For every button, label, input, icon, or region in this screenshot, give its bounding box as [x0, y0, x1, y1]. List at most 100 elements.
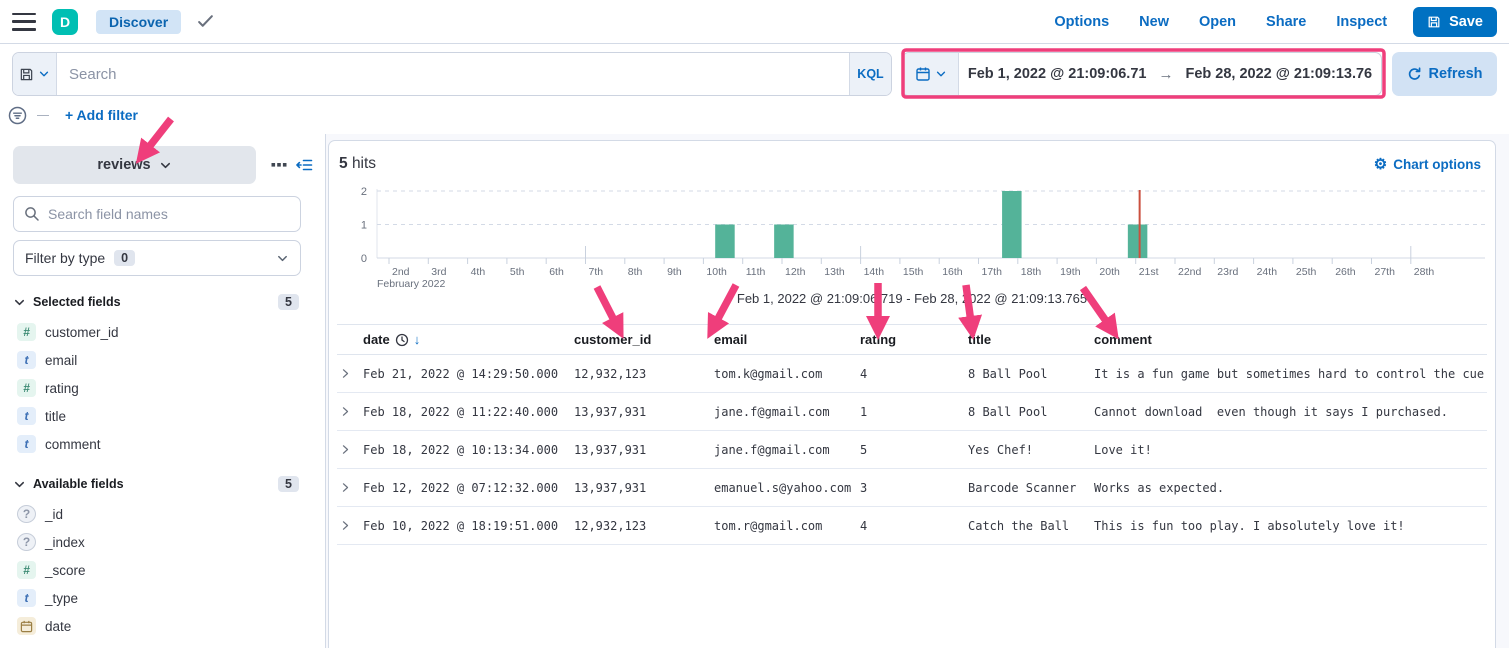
selected-fields-list: # customer_id t email # rating t title t comment — [13, 310, 313, 458]
histogram-bar[interactable] — [715, 224, 735, 259]
top-nav-links: Options New Open Share Inspect — [1054, 14, 1387, 30]
svg-text:20th: 20th — [1099, 266, 1120, 278]
calendar-icon — [20, 620, 33, 632]
menu-icon[interactable] — [12, 12, 36, 31]
nav-link-open[interactable]: Open — [1199, 14, 1236, 30]
field-search-input[interactable] — [13, 196, 301, 232]
table-row: Feb 18, 2022 @ 10:13:34.000 13,937,931 jan… — [337, 430, 1487, 469]
available-fields-list: ? _id? _index # _score t _type date — [13, 492, 313, 640]
field-item-rating[interactable]: # rating — [13, 374, 313, 402]
title-column-header[interactable]: title — [966, 324, 1092, 355]
table-cell: emanuel.s@yahoo.com — [712, 468, 858, 507]
table-row: Feb 10, 2022 @ 18:19:51.000 12,932,123 tom… — [337, 506, 1487, 545]
histogram-chart[interactable]: 0122nd 3rd 4th 5th 6th 7th 8th 9th 10th 11th 12th 1… — [333, 179, 1493, 289]
field-item-title[interactable]: t title — [13, 402, 313, 430]
svg-text:5th: 5th — [510, 266, 525, 278]
histogram-bar[interactable] — [1127, 224, 1148, 259]
comment-column-header[interactable]: comment — [1092, 324, 1487, 355]
time-range-label: Feb 1, 2022 @ 21:09:06.719 - Feb 28, 202… — [736, 291, 1088, 306]
nav-link-new[interactable]: New — [1139, 14, 1169, 30]
sort-descending-icon[interactable]: ↓ — [414, 332, 421, 347]
save-button-label: Save — [1449, 13, 1483, 30]
kql-button[interactable]: KQL — [849, 53, 891, 95]
expand-row-icon[interactable] — [339, 481, 352, 494]
saved-queries-button[interactable] — [13, 53, 57, 95]
unknown-field-icon: ? — [17, 505, 36, 523]
save-button[interactable]: Save — [1413, 6, 1497, 37]
table-cell: 5 — [858, 430, 966, 469]
add-filter-button[interactable]: + Add filter — [65, 107, 138, 123]
field-item-date[interactable]: date — [13, 612, 313, 640]
filter-menu-icon[interactable] — [8, 106, 27, 125]
index-pattern-selector[interactable]: reviews — [13, 146, 256, 184]
table-cell: Feb 18, 2022 @ 10:13:34.000 — [361, 430, 572, 469]
field-item-_id[interactable]: ? _id — [13, 500, 313, 528]
nav-link-inspect[interactable]: Inspect — [1336, 14, 1387, 30]
table-cell: Cannot download even though it says I pu… — [1092, 392, 1487, 431]
table-cell: Barcode Scanner — [966, 468, 1092, 507]
svg-text:23rd: 23rd — [1217, 266, 1238, 278]
filter-bar: + Add filter — [0, 96, 1509, 134]
table-cell: Catch the Ball — [966, 506, 1092, 545]
chart-options-button[interactable]: ⚙ Chart options — [1374, 157, 1481, 172]
customer_id-column-header[interactable]: customer_id — [572, 324, 712, 355]
field-item-comment[interactable]: t comment — [13, 430, 313, 458]
table-cell: tom.k@gmail.com — [712, 354, 858, 393]
saved-query-floppy-icon — [20, 68, 33, 80]
section-label: Selected fields — [33, 295, 121, 309]
field-item-email[interactable]: t email — [13, 346, 313, 374]
expand-row-icon[interactable] — [339, 519, 352, 532]
index-pattern-label: reviews — [97, 157, 151, 173]
svg-text:24th: 24th — [1257, 266, 1278, 278]
table-cell: 8 Ball Pool — [966, 392, 1092, 431]
svg-text:10th: 10th — [706, 266, 727, 278]
table-cell: Love it! — [1092, 430, 1487, 469]
column-label: date — [363, 332, 390, 347]
field-item-_index[interactable]: ? _index — [13, 528, 313, 556]
field-settings-icon[interactable] — [271, 162, 287, 168]
date-range-start[interactable]: Feb 1, 2022 @ 21:09:06.71 — [968, 66, 1147, 82]
selected-fields-header[interactable]: Selected fields 5 — [13, 294, 313, 310]
table-cell: Works as expected. — [1092, 468, 1487, 507]
expand-row-icon[interactable] — [339, 367, 352, 380]
chevron-down-icon — [278, 255, 287, 261]
svg-text:21st: 21st — [1139, 266, 1159, 278]
date-range-end[interactable]: Feb 28, 2022 @ 21:09:13.76 — [1185, 66, 1372, 82]
field-name: comment — [45, 436, 101, 452]
expand-row-icon[interactable] — [339, 405, 352, 418]
nav-link-options[interactable]: Options — [1054, 14, 1109, 30]
table-cell: 1 — [858, 392, 966, 431]
date-range-arrow-icon: → — [1158, 65, 1174, 83]
expand-row-icon[interactable] — [339, 443, 352, 456]
field-item-_type[interactable]: t _type — [13, 584, 313, 612]
collapse-sidebar-icon[interactable] — [296, 157, 313, 173]
field-item-_score[interactable]: # _score — [13, 556, 313, 584]
table-cell: 8 Ball Pool — [966, 354, 1092, 393]
date-field-icon — [17, 617, 36, 635]
filter-by-type-button[interactable]: Filter by type 0 — [13, 240, 301, 276]
table-cell: tom.r@gmail.com — [712, 506, 858, 545]
breadcrumb[interactable]: Discover — [96, 9, 182, 34]
nav-link-share[interactable]: Share — [1266, 14, 1306, 30]
field-item-customer_id[interactable]: # customer_id — [13, 318, 313, 346]
rating-column-header[interactable]: rating — [858, 324, 966, 355]
field-name: title — [45, 408, 67, 424]
app-logo[interactable]: D — [52, 8, 78, 35]
svg-text:16th: 16th — [942, 266, 963, 278]
refresh-button[interactable]: Refresh — [1392, 52, 1497, 96]
available-fields-header[interactable]: Available fields 5 — [13, 476, 313, 492]
field-name: _index — [45, 534, 85, 550]
table-cell: 13,937,931 — [572, 468, 712, 507]
email-column-header[interactable]: email — [712, 324, 858, 355]
table-cell: Feb 18, 2022 @ 11:22:40.000 — [361, 392, 572, 431]
date-column-header[interactable]: date ↓ — [361, 324, 572, 355]
search-input[interactable] — [57, 53, 849, 95]
histogram-bar[interactable] — [774, 224, 794, 259]
date-picker-calendar-button[interactable] — [903, 53, 959, 95]
table-cell: 12,932,123 — [572, 354, 712, 393]
svg-text:February 2022: February 2022 — [377, 278, 445, 289]
chevron-down-icon — [160, 162, 170, 168]
field-name: _type — [45, 590, 79, 606]
histogram-bar[interactable] — [1002, 191, 1022, 258]
save-floppy-icon — [1428, 16, 1440, 27]
